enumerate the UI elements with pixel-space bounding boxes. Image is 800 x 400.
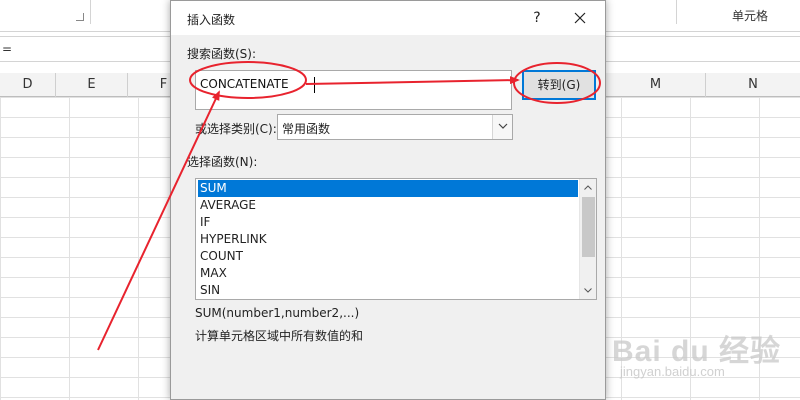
list-item[interactable]: SUM xyxy=(198,180,578,197)
chevron-up-icon xyxy=(584,185,592,190)
dialog-titlebar[interactable]: 插入函数 ? xyxy=(171,1,605,35)
list-item[interactable]: COUNT xyxy=(198,248,578,265)
category-label: 或选择类别(C): xyxy=(195,122,277,136)
chevron-down-icon xyxy=(584,288,592,293)
column-header[interactable]: N xyxy=(706,73,800,97)
list-item[interactable]: IF xyxy=(198,214,578,231)
function-syntax: SUM(number1,number2,...) xyxy=(195,306,360,320)
goto-button[interactable]: 转到(G) xyxy=(522,70,596,100)
dialog-launcher-icon[interactable] xyxy=(76,13,84,21)
list-item[interactable]: MAX xyxy=(198,265,578,282)
category-dropdown[interactable]: 常用函数 xyxy=(277,114,513,140)
search-input[interactable] xyxy=(200,75,500,93)
list-scrollbar[interactable] xyxy=(579,179,596,299)
list-item[interactable]: HYPERLINK xyxy=(198,231,578,248)
select-function-label: 选择函数(N): xyxy=(187,155,258,169)
scroll-up-button[interactable] xyxy=(580,179,596,196)
dialog-title: 插入函数 xyxy=(187,13,236,27)
ribbon-group-separator xyxy=(90,0,91,24)
watermark-url: jingyan.baidu.com xyxy=(620,364,725,379)
help-button[interactable]: ? xyxy=(523,5,551,31)
dropdown-arrow[interactable] xyxy=(492,115,512,139)
category-value: 常用函数 xyxy=(282,122,331,136)
close-button[interactable] xyxy=(563,5,597,31)
column-header[interactable]: E xyxy=(56,73,128,97)
text-caret xyxy=(314,77,315,93)
function-description: 计算单元格区域中所有数值的和 xyxy=(195,329,364,343)
list-item[interactable]: SIN xyxy=(198,282,578,299)
scroll-down-button[interactable] xyxy=(580,282,596,299)
function-list[interactable]: SUM AVERAGE IF HYPERLINK COUNT MAX SIN xyxy=(195,178,597,300)
column-header[interactable]: D xyxy=(0,73,56,97)
close-icon xyxy=(574,12,586,24)
scroll-thumb[interactable] xyxy=(582,197,595,257)
search-box[interactable] xyxy=(195,70,512,110)
chevron-down-icon xyxy=(498,123,508,129)
ribbon-group-separator xyxy=(676,0,677,24)
search-label: 搜索函数(S): xyxy=(187,47,257,61)
ribbon-group-label-cells: 单元格 xyxy=(731,9,768,23)
insert-function-dialog: 插入函数 ? 搜索函数(S): 转到(G) 或选择类别(C): 常用函数 选择函… xyxy=(170,0,606,400)
baidu-jingyan-watermark: Bai du 经验 jingyan.baidu.com xyxy=(612,320,792,390)
column-header[interactable]: M xyxy=(606,73,706,97)
list-item[interactable]: AVERAGE xyxy=(198,197,578,214)
formula-bar-text: = xyxy=(2,42,13,56)
